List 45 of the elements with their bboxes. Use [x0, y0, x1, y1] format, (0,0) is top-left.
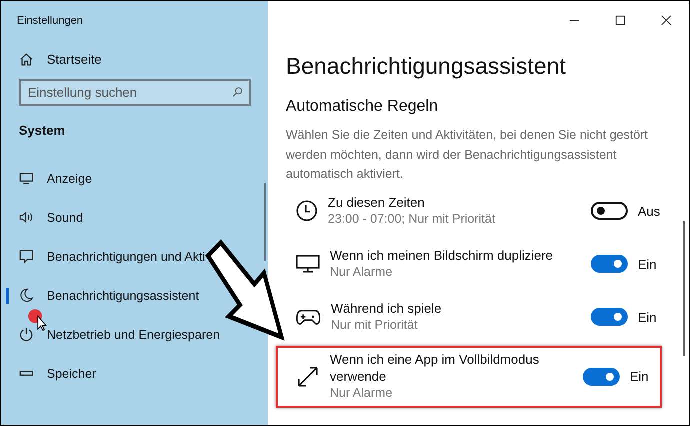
- rule-title: Während ich spiele: [331, 300, 443, 317]
- rule-subtitle: Nur Alarme: [330, 385, 394, 402]
- nav-item[interactable]: Speicher: [1, 354, 96, 393]
- scrollbar[interactable]: [264, 183, 266, 261]
- diagonal-arrow-icon: [296, 364, 320, 388]
- monitor-icon: [19, 171, 34, 186]
- moon-icon: [19, 288, 34, 303]
- power-icon: [19, 327, 34, 342]
- rule-subtitle: Nur mit Priorität: [331, 317, 419, 334]
- toggle-label: Ein: [638, 256, 658, 272]
- nav-item[interactable]: Benachrichtigungen und Akti: [1, 237, 206, 276]
- rule-subtitle: 23:00 - 07:00; Nur mit Priorität: [328, 211, 496, 228]
- scrollbar[interactable]: [683, 221, 685, 356]
- rule-title: Wenn ich eine App im Vollbildmodus verwende: [330, 351, 540, 385]
- home-icon: [19, 52, 34, 66]
- rule-title: Wenn ich meinen Bildschirm dupliziere: [330, 247, 554, 264]
- window-title: Einstellungen: [16, 14, 84, 29]
- toggle-label: Ein: [630, 369, 650, 384]
- toggle-switch[interactable]: [591, 308, 628, 326]
- speaker-icon: [19, 210, 34, 225]
- toggle-label: Aus: [638, 204, 662, 218]
- nav-item[interactable]: Netzbetrieb und Energiesparen: [1, 315, 220, 354]
- monitor-icon: [296, 254, 320, 274]
- toggle-switch[interactable]: [583, 368, 620, 386]
- mouse-pointer-drawing: [28, 309, 50, 331]
- gamepad-icon: [296, 308, 321, 326]
- maximize-icon: [614, 14, 626, 26]
- speech-bubble-icon: [19, 249, 34, 264]
- home-nav-item[interactable]: Startseite: [1, 43, 268, 75]
- toggle-switch[interactable]: [591, 255, 628, 273]
- search-field[interactable]: Einstellung suchen: [19, 79, 251, 106]
- search-icon: [232, 87, 243, 98]
- toggle-label: Ein: [638, 310, 658, 324]
- toggle-switch[interactable]: [591, 202, 628, 220]
- section-heading: Automatische Regeln: [286, 98, 440, 116]
- description-text: Wählen Sie die Zeiten und Aktivitäten, bei denen Sie nicht gestört werden möchten, dann wird der Benachrichtigungsassistent automatisch aktiviert.: [286, 127, 650, 183]
- section-heading: System: [18, 122, 66, 140]
- nav-item[interactable]: Benachrichtigungsassistent: [1, 276, 200, 315]
- nav-item[interactable]: Anzeige: [1, 159, 92, 198]
- close-icon: [660, 14, 672, 26]
- rule-title: Zu diesen Zeiten: [328, 194, 426, 211]
- clock-icon: [296, 200, 318, 222]
- rule-subtitle: Nur Alarme: [330, 264, 394, 281]
- nav-item[interactable]: Sound: [1, 198, 84, 237]
- page-title: Benachrichtigungsassistent: [286, 53, 567, 80]
